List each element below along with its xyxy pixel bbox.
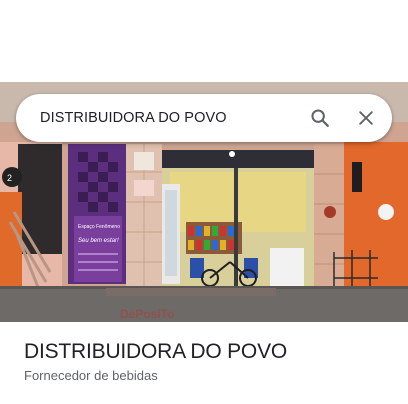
close-icon bbox=[359, 111, 373, 125]
search-bar bbox=[16, 94, 392, 142]
place-category: Fornecedor de bebidas bbox=[24, 368, 158, 383]
search-icon bbox=[311, 109, 329, 127]
search-input[interactable] bbox=[40, 110, 300, 126]
banner-sign-text: Espaço Fenômeno bbox=[78, 224, 120, 230]
left-sign-number: 2 bbox=[7, 173, 12, 183]
place-preview-screen: 2 Espaço Fenômeno Seu bem estar! DePosiT… bbox=[0, 0, 408, 404]
clear-search-button[interactable] bbox=[346, 98, 386, 138]
ground-text: DePosiTo bbox=[120, 307, 174, 321]
search-button[interactable] bbox=[300, 98, 340, 138]
banner-line: Seu bem estar! bbox=[78, 238, 119, 244]
place-title[interactable]: DISTRIBUIDORA DO POVO bbox=[24, 340, 287, 364]
